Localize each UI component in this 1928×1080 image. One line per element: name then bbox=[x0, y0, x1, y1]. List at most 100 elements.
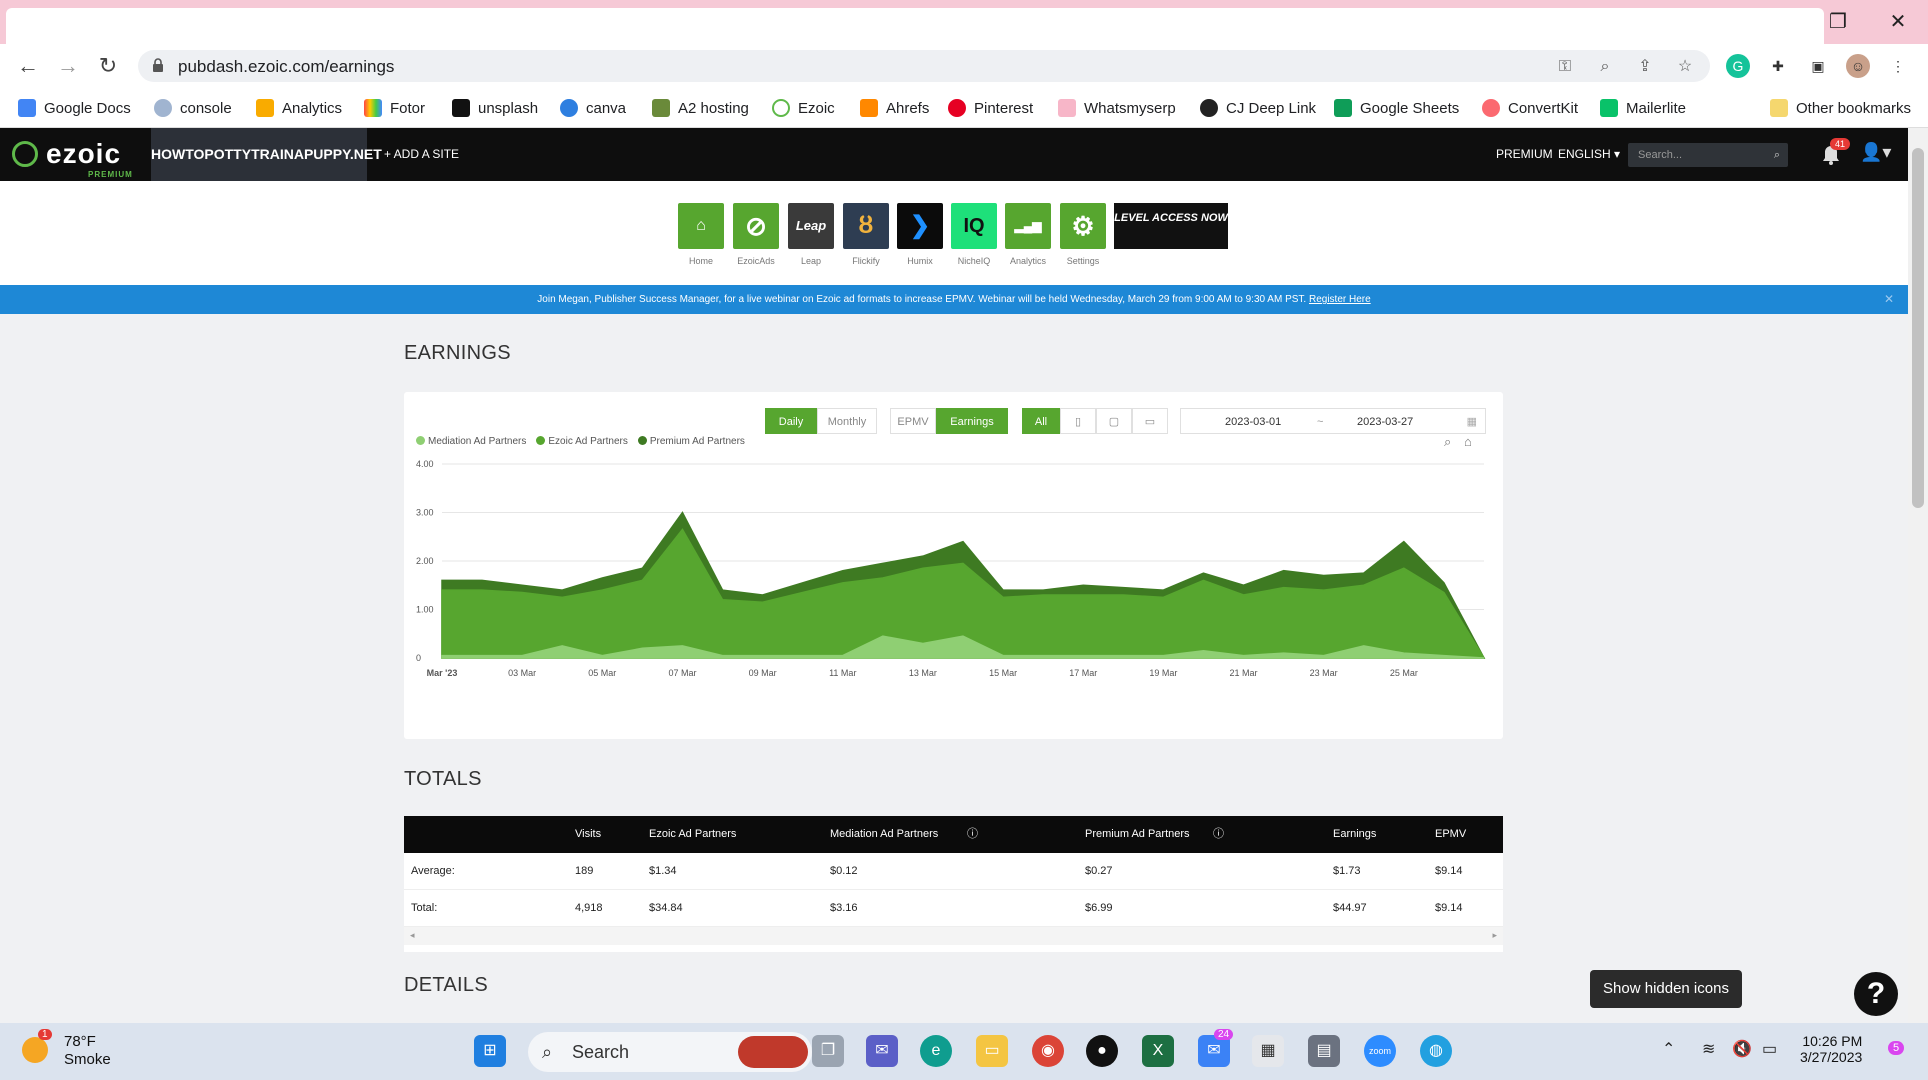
level-access-button[interactable]: LEVEL ACCESS NOW bbox=[1114, 203, 1228, 249]
share-icon[interactable]: ⇪ bbox=[1634, 56, 1656, 78]
legend-premium[interactable]: Premium Ad Partners bbox=[637, 436, 745, 447]
epmv-toggle[interactable]: EPMV bbox=[890, 408, 936, 434]
chrome-icon[interactable]: ◉ bbox=[1032, 1035, 1064, 1067]
x-tick-label: 21 Mar bbox=[1230, 668, 1258, 678]
totals-title: TOTALS bbox=[404, 768, 482, 790]
bookmark-ahrefs[interactable]: Ahrefs bbox=[860, 96, 929, 120]
battery-icon[interactable]: ▭ bbox=[1762, 1039, 1777, 1059]
bookmark-other[interactable]: Other bookmarks bbox=[1770, 96, 1911, 120]
help-circle-icon[interactable]: ⓘ bbox=[967, 816, 978, 853]
bookmark-label: Other bookmarks bbox=[1796, 99, 1912, 117]
chevron-up-icon[interactable]: ⌃ bbox=[1662, 1039, 1675, 1059]
file-explorer-icon[interactable]: ▭ bbox=[976, 1035, 1008, 1067]
help-button[interactable]: ? bbox=[1854, 972, 1898, 1016]
excel-icon[interactable]: X bbox=[1142, 1035, 1174, 1067]
reload-icon[interactable]: ↻ bbox=[92, 50, 124, 82]
bookmark-mailerlite[interactable]: Mailerlite bbox=[1600, 96, 1686, 120]
column-header: Premium Ad Partners bbox=[1085, 828, 1190, 840]
bookmark-fotor[interactable]: Fotor bbox=[364, 96, 425, 120]
side-panel-icon[interactable]: ▣ bbox=[1806, 54, 1830, 78]
bookmark-canva[interactable]: canva bbox=[560, 96, 626, 120]
register-link[interactable]: Register Here bbox=[1309, 294, 1371, 305]
zoom-icon[interactable]: ⌕ bbox=[1594, 56, 1616, 78]
ezoic-logo[interactable]: ezoic PREMIUM bbox=[12, 138, 132, 179]
desktop-toggle-icon[interactable]: ▭ bbox=[1132, 408, 1168, 434]
bookmark-analytics[interactable]: Analytics bbox=[256, 96, 342, 120]
bookmark-console[interactable]: console bbox=[154, 96, 232, 120]
scrollbar-thumb[interactable] bbox=[1912, 148, 1924, 508]
zoom-app-icon[interactable]: zoom bbox=[1364, 1035, 1396, 1067]
all-devices-toggle[interactable]: All bbox=[1022, 408, 1060, 434]
url-bar[interactable]: pubdash.ezoic.com/earnings ⚿ ⌕ ⇪ ☆ bbox=[138, 50, 1710, 82]
nicheiq-app-icon[interactable]: IQ bbox=[951, 203, 997, 249]
earnings-toggle[interactable]: Earnings bbox=[936, 408, 1008, 434]
add-site-link[interactable]: + ADD A SITE bbox=[384, 128, 459, 181]
teams-chat-icon[interactable]: ✉ bbox=[866, 1035, 898, 1067]
avatar[interactable]: ☺ bbox=[1846, 54, 1870, 78]
bookmark-cj-deep-link[interactable]: CJ Deep Link bbox=[1200, 96, 1316, 120]
home-reset-icon[interactable]: ⌂ bbox=[1464, 434, 1472, 449]
star-icon[interactable]: ☆ bbox=[1674, 56, 1696, 78]
volume-muted-icon[interactable]: 🔇 bbox=[1732, 1039, 1752, 1059]
globe-icon[interactable]: ◍ bbox=[1420, 1035, 1452, 1067]
tablet-toggle-icon[interactable]: ▢ bbox=[1096, 408, 1132, 434]
task-view-icon[interactable]: ❐ bbox=[812, 1035, 844, 1067]
language-dropdown[interactable]: ENGLISH ▾ bbox=[1558, 128, 1620, 181]
bookmark-google-docs[interactable]: Google Docs bbox=[18, 96, 131, 120]
bookmark-google-sheets[interactable]: Google Sheets bbox=[1334, 96, 1459, 120]
notification-center-badge[interactable]: 5 bbox=[1888, 1041, 1905, 1055]
daily-toggle[interactable]: Daily bbox=[765, 408, 817, 434]
edge-icon[interactable]: e bbox=[920, 1035, 952, 1067]
settings-app-icon[interactable]: ⚙ bbox=[1060, 203, 1106, 249]
system-clock[interactable]: 10:26 PM 3/27/2023 bbox=[1800, 1033, 1862, 1065]
bookmark-pinterest[interactable]: Pinterest bbox=[948, 96, 1033, 120]
close-window-icon[interactable]: ✕ bbox=[1880, 8, 1916, 36]
flickify-app-icon[interactable]: ȣ bbox=[843, 203, 889, 249]
grammarly-icon[interactable]: G bbox=[1726, 54, 1750, 78]
bookmark-unsplash[interactable]: unsplash bbox=[452, 96, 538, 120]
site-search-input[interactable]: Search... ⌕ bbox=[1628, 143, 1788, 167]
column-header: Visits bbox=[575, 828, 602, 840]
user-menu-icon[interactable]: 👤▾ bbox=[1860, 142, 1891, 163]
bookmark-convertkit[interactable]: ConvertKit bbox=[1482, 96, 1578, 120]
extensions-icon[interactable]: ✚ bbox=[1766, 54, 1790, 78]
zoom-reset-icon[interactable]: ⌕ bbox=[1444, 434, 1451, 450]
premium-link[interactable]: PREMIUM bbox=[1496, 128, 1553, 181]
x-tick-label: 19 Mar bbox=[1149, 668, 1177, 678]
back-icon[interactable]: ← bbox=[12, 50, 44, 82]
analytics-app-icon[interactable]: ▂▄▆ bbox=[1005, 203, 1051, 249]
banner-close-icon[interactable]: ✕ bbox=[1884, 285, 1894, 314]
legend-ezoic[interactable]: Ezoic Ad Partners bbox=[536, 436, 628, 447]
page-scrollbar[interactable] bbox=[1908, 128, 1928, 1023]
restore-window-icon[interactable]: ❐ bbox=[1820, 8, 1856, 36]
help-circle-icon[interactable]: ⓘ bbox=[1213, 816, 1224, 853]
store-icon[interactable]: ▦ bbox=[1252, 1035, 1284, 1067]
bookmark-a2-hosting[interactable]: A2 hosting bbox=[652, 96, 749, 120]
mobile-toggle-icon[interactable]: ▯ bbox=[1060, 408, 1096, 434]
windows-start-icon[interactable]: ⊞ bbox=[474, 1035, 506, 1067]
record-icon[interactable]: ● bbox=[1086, 1035, 1118, 1067]
scroll-right-icon[interactable]: ▸ bbox=[1492, 930, 1497, 941]
row-label: Total: bbox=[411, 902, 438, 914]
calculator-icon[interactable]: ▤ bbox=[1308, 1035, 1340, 1067]
monthly-toggle[interactable]: Monthly bbox=[817, 408, 877, 434]
ezoicads-app-icon[interactable]: ⊘ bbox=[733, 203, 779, 249]
horizontal-scrollbar[interactable]: ◂ ▸ bbox=[404, 927, 1503, 945]
humix-app-icon[interactable]: ❯ bbox=[897, 203, 943, 249]
taskbar-search[interactable]: ⌕ Search bbox=[528, 1032, 812, 1072]
legend-mediation[interactable]: Mediation Ad Partners bbox=[416, 436, 526, 447]
home-app-icon[interactable]: ⌂ bbox=[678, 203, 724, 249]
leap-app-icon[interactable]: Leap bbox=[788, 203, 834, 249]
forward-icon[interactable]: → bbox=[52, 50, 84, 82]
y-tick-label: 4.00 bbox=[416, 459, 434, 469]
weather-temp: 78°F bbox=[64, 1033, 96, 1050]
key-icon[interactable]: ⚿ bbox=[1554, 56, 1576, 78]
scroll-left-icon[interactable]: ◂ bbox=[410, 930, 415, 941]
bookmark-whatsmyserp[interactable]: Whatsmyserp bbox=[1058, 96, 1176, 120]
date-range-picker[interactable]: 2023-03-01 ~ 2023-03-27 ▦ bbox=[1180, 408, 1486, 434]
wifi-icon[interactable]: ≋ bbox=[1702, 1039, 1715, 1059]
bookmark-ezoic[interactable]: Ezoic bbox=[772, 96, 835, 120]
menu-icon[interactable]: ⋮ bbox=[1886, 54, 1910, 78]
date-separator: ~ bbox=[1317, 416, 1324, 428]
site-selector[interactable]: HOWTOPOTTYTRAINAPUPPY.NET bbox=[151, 128, 382, 181]
